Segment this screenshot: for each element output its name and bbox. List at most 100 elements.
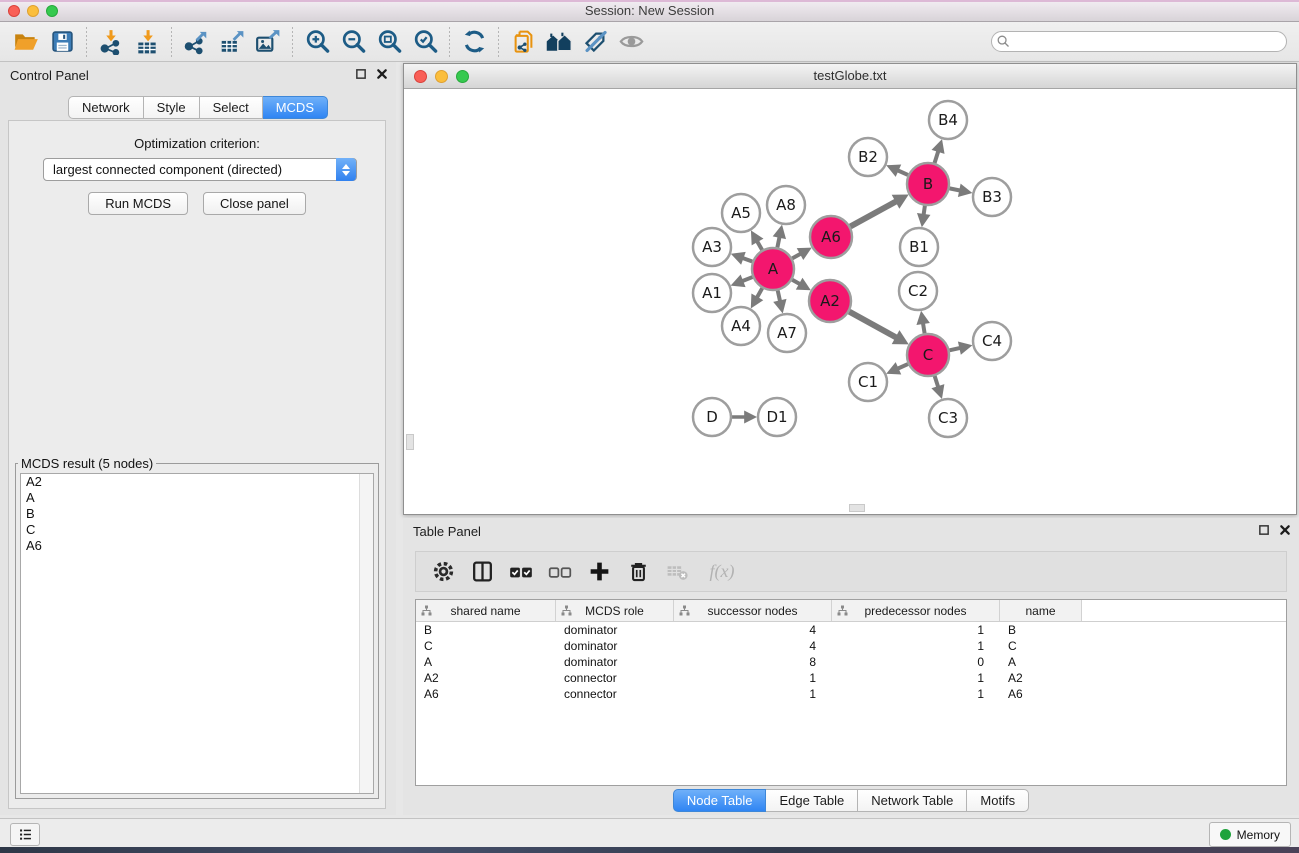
cell-successor-nodes[interactable]: 4 [674,623,832,637]
graph-node-C3[interactable]: C3 [929,399,967,437]
column-header-name[interactable]: name [1000,600,1082,621]
mcds-result-item[interactable]: B [21,506,373,522]
cell-predecessor-nodes[interactable]: 1 [832,639,1000,653]
cell-shared-name[interactable]: A [416,655,556,669]
tab-mcds[interactable]: MCDS [263,96,328,119]
cell-predecessor-nodes[interactable]: 1 [832,687,1000,701]
settings-gear-icon[interactable] [426,557,460,587]
zoom-out-icon[interactable] [335,26,371,58]
table-row[interactable]: A2connector11A2 [416,670,1286,686]
tab-node-table[interactable]: Node Table [673,789,767,812]
column-header-successor-nodes[interactable]: successor nodes [674,600,832,621]
mcds-result-item[interactable]: C [21,522,373,538]
canvas-scrollbar-stub[interactable] [849,504,865,512]
mcds-result-item[interactable]: A6 [21,538,373,554]
cell-mcds-role[interactable]: dominator [556,623,674,637]
result-scrollbar[interactable] [359,474,373,793]
graph-node-A7[interactable]: A7 [768,314,806,352]
import-table-icon[interactable] [129,26,165,58]
close-panel-icon[interactable] [1279,524,1291,536]
close-window-button[interactable] [8,5,20,17]
graph-node-A4[interactable]: A4 [722,307,760,345]
column-header-mcds-role[interactable]: MCDS role [556,600,674,621]
zoom-window-button[interactable] [46,5,58,17]
cell-predecessor-nodes[interactable]: 1 [832,671,1000,685]
tab-network[interactable]: Network [68,96,144,119]
save-icon[interactable] [44,26,80,58]
split-view-icon[interactable] [465,557,499,587]
cell-successor-nodes[interactable]: 4 [674,639,832,653]
table-row[interactable]: Cdominator41C [416,638,1286,654]
graph-edge-A2-C[interactable] [849,312,897,338]
zoom-in-icon[interactable] [299,26,335,58]
graph-node-B[interactable]: B [907,163,949,205]
cell-shared-name[interactable]: C [416,639,556,653]
column-header-predecessor-nodes[interactable]: predecessor nodes [832,600,1000,621]
network-canvas[interactable]: B4B2BB3A8A5A6A3B1AC2A1A2A4A7C4CC1DD1C3 [406,89,1294,512]
network-window-titlebar[interactable]: testGlobe.txt [404,64,1296,89]
float-panel-icon[interactable] [355,68,367,80]
mcds-result-item[interactable]: A2 [21,474,373,490]
export-network-icon[interactable] [178,26,214,58]
canvas-scrollbar-stub[interactable] [406,434,414,450]
tab-motifs[interactable]: Motifs [967,789,1029,812]
graph-node-A1[interactable]: A1 [693,274,731,312]
criterion-select[interactable]: largest connected component (directed) [43,158,357,181]
table-row[interactable]: Adominator80A [416,654,1286,670]
mcds-result-list[interactable]: A2ABCA6 [20,473,374,794]
close-panel-button[interactable]: Close panel [203,192,306,215]
graph-node-B2[interactable]: B2 [849,138,887,176]
cell-shared-name[interactable]: A6 [416,687,556,701]
export-image-icon[interactable] [250,26,286,58]
add-column-icon[interactable] [582,557,616,587]
zoom-selected-icon[interactable] [407,26,443,58]
tab-network-table[interactable]: Network Table [858,789,967,812]
table-row[interactable]: Bdominator41B [416,622,1286,638]
cell-shared-name[interactable]: B [416,623,556,637]
graph-edge-A6-B[interactable] [850,201,897,227]
node-table[interactable]: shared nameMCDS rolesuccessor nodesprede… [415,599,1287,786]
open-folder-icon[interactable] [8,26,44,58]
cell-name[interactable]: A2 [1000,671,1082,685]
cell-successor-nodes[interactable]: 1 [674,687,832,701]
duplicate-network-icon[interactable] [505,26,541,58]
deselect-all-icon[interactable] [543,557,577,587]
cell-name[interactable]: A6 [1000,687,1082,701]
graph-edge-B-B4[interactable] [935,150,939,163]
graph-node-C[interactable]: C [907,334,949,376]
network-close-button[interactable] [414,70,427,83]
delete-column-icon[interactable] [621,557,655,587]
graph-node-A3[interactable]: A3 [693,228,731,266]
close-panel-icon[interactable] [376,68,388,80]
graph-node-C2[interactable]: C2 [899,272,937,310]
float-panel-icon[interactable] [1258,524,1270,536]
graph-node-D1[interactable]: D1 [758,398,796,436]
run-mcds-button[interactable]: Run MCDS [88,192,188,215]
minimize-window-button[interactable] [27,5,39,17]
select-all-icon[interactable] [504,557,538,587]
cell-mcds-role[interactable]: dominator [556,655,674,669]
task-history-button[interactable] [10,823,40,846]
graph-node-D[interactable]: D [693,398,731,436]
cell-name[interactable]: C [1000,639,1082,653]
cell-name[interactable]: A [1000,655,1082,669]
graph-node-C4[interactable]: C4 [973,322,1011,360]
graph-node-A8[interactable]: A8 [767,186,805,224]
graph-node-B3[interactable]: B3 [973,178,1011,216]
export-table-icon[interactable] [214,26,250,58]
graph-node-C1[interactable]: C1 [849,363,887,401]
column-header-shared-name[interactable]: shared name [416,600,556,621]
graph-node-B1[interactable]: B1 [900,228,938,266]
mcds-result-item[interactable]: A [21,490,373,506]
tab-edge-table[interactable]: Edge Table [766,789,858,812]
graph-node-A6[interactable]: A6 [810,216,852,258]
home-icon[interactable] [541,26,577,58]
zoom-fit-icon[interactable] [371,26,407,58]
cell-mcds-role[interactable]: connector [556,671,674,685]
graph-node-A[interactable]: A [752,248,794,290]
hide-graphics-details-icon[interactable] [577,26,613,58]
search-input[interactable] [991,31,1287,52]
graph-node-B4[interactable]: B4 [929,101,967,139]
graph-node-A5[interactable]: A5 [722,194,760,232]
refresh-icon[interactable] [456,26,492,58]
